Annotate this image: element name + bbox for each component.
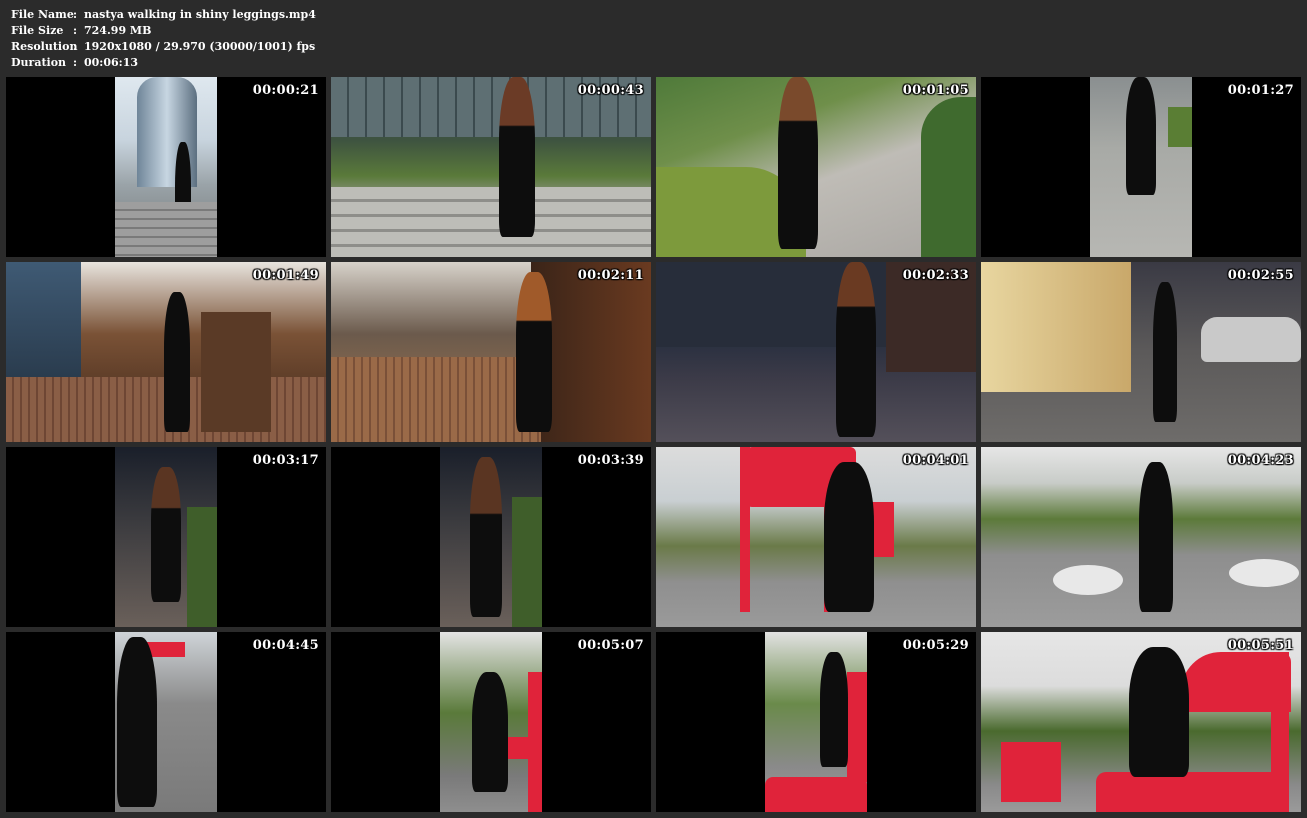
video-frame xyxy=(656,77,976,257)
thumbnail[interactable]: 00:05:51 xyxy=(981,632,1301,812)
resolution-key: Resolution xyxy=(11,40,78,53)
file-name-key: File Name xyxy=(11,8,74,21)
video-frame xyxy=(981,262,1301,442)
person-figure xyxy=(836,262,876,437)
person-figure xyxy=(1126,77,1156,195)
file-name-value: nastya walking in shiny leggings.mp4 xyxy=(84,8,316,21)
separator: : xyxy=(73,56,78,69)
video-frame xyxy=(1090,77,1192,257)
person-figure xyxy=(164,292,190,432)
file-size-value: 724.99 MB xyxy=(84,24,152,37)
video-frame xyxy=(981,632,1301,812)
file-info-header: File Name : nastya walking in shiny legg… xyxy=(11,7,316,71)
red-chair xyxy=(1096,772,1286,812)
file-size-key: File Size xyxy=(11,24,64,37)
thumbnail[interactable]: 00:01:49 xyxy=(6,262,326,442)
separator: : xyxy=(73,24,78,37)
timestamp: 00:02:11 xyxy=(577,268,644,283)
timestamp: 00:01:49 xyxy=(252,268,319,283)
timestamp: 00:04:01 xyxy=(902,453,969,468)
thumbnail[interactable]: 00:00:43 xyxy=(331,77,651,257)
person-figure xyxy=(516,272,552,432)
timestamp: 00:02:33 xyxy=(902,268,969,283)
video-frame xyxy=(440,632,542,812)
person-figure xyxy=(117,637,157,807)
thumbnail[interactable]: 00:02:55 xyxy=(981,262,1301,442)
duration-row: Duration : 00:06:13 xyxy=(11,55,316,71)
duration-key: Duration xyxy=(11,56,67,69)
person-figure xyxy=(778,77,818,249)
red-chair xyxy=(765,777,867,812)
video-frame xyxy=(6,262,326,442)
timestamp: 00:05:51 xyxy=(1227,638,1294,653)
person-figure xyxy=(499,77,535,237)
thumbnail[interactable]: 00:03:17 xyxy=(6,447,326,627)
timestamp: 00:05:29 xyxy=(902,638,969,653)
thumbnail[interactable]: 00:05:29 xyxy=(656,632,976,812)
video-frame xyxy=(981,447,1301,627)
separator: : xyxy=(73,40,78,53)
file-name-row: File Name : nastya walking in shiny legg… xyxy=(11,7,316,23)
video-frame xyxy=(115,632,217,812)
person-figure xyxy=(1139,462,1173,612)
timestamp: 00:00:43 xyxy=(577,83,644,98)
duration-value: 00:06:13 xyxy=(84,56,139,69)
thumbnail[interactable]: 00:05:07 xyxy=(331,632,651,812)
thumbnail[interactable]: 00:04:23 xyxy=(981,447,1301,627)
video-frame xyxy=(656,262,976,442)
timestamp: 00:01:27 xyxy=(1227,83,1294,98)
timestamp: 00:03:17 xyxy=(252,453,319,468)
timestamp: 00:01:05 xyxy=(902,83,969,98)
timestamp: 00:05:07 xyxy=(577,638,644,653)
video-frame xyxy=(440,447,542,627)
file-size-row: File Size : 724.99 MB xyxy=(11,23,316,39)
video-frame xyxy=(331,262,651,442)
timestamp: 00:03:39 xyxy=(577,453,644,468)
timestamp: 00:04:23 xyxy=(1227,453,1294,468)
thumbnail[interactable]: 00:04:01 xyxy=(656,447,976,627)
person-figure xyxy=(151,467,181,602)
thumbnail[interactable]: 00:03:39 xyxy=(331,447,651,627)
video-frame xyxy=(656,447,976,627)
thumbnail[interactable]: 00:02:33 xyxy=(656,262,976,442)
video-frame xyxy=(115,77,217,257)
person-figure xyxy=(820,652,848,767)
person-figure xyxy=(1153,282,1177,422)
thumbnail-grid: 00:00:21 00:00:43 00:01:05 00:01:27 00:0… xyxy=(6,77,1301,812)
video-frame xyxy=(115,447,217,627)
resolution-value: 1920x1080 / 29.970 (30000/1001) fps xyxy=(84,40,316,53)
thumbnail[interactable]: 00:01:05 xyxy=(656,77,976,257)
thumbnail[interactable]: 00:02:11 xyxy=(331,262,651,442)
timestamp: 00:02:55 xyxy=(1227,268,1294,283)
timestamp: 00:04:45 xyxy=(252,638,319,653)
person-figure xyxy=(472,672,508,792)
timestamp: 00:00:21 xyxy=(252,83,319,98)
person-figure xyxy=(824,462,874,612)
resolution-row: Resolution : 1920x1080 / 29.970 (30000/1… xyxy=(11,39,316,55)
thumbnail[interactable]: 00:04:45 xyxy=(6,632,326,812)
video-frame xyxy=(765,632,867,812)
video-frame xyxy=(331,77,651,257)
thumbnail[interactable]: 00:00:21 xyxy=(6,77,326,257)
separator: : xyxy=(73,8,78,21)
thumbnail[interactable]: 00:01:27 xyxy=(981,77,1301,257)
person-figure xyxy=(470,457,502,617)
person-figure xyxy=(1129,647,1189,777)
